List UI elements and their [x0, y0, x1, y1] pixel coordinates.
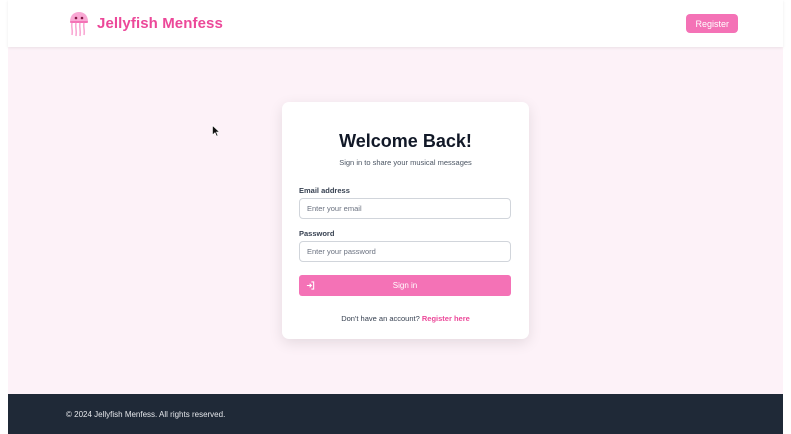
- footer-copyright: © 2024 Jellyfish Menfess. All rights res…: [66, 409, 226, 419]
- jellyfish-icon: [70, 11, 88, 36]
- password-label: Password: [299, 229, 335, 238]
- register-button[interactable]: Register: [686, 14, 738, 33]
- no-account-text: Don't have an account?: [341, 314, 420, 323]
- top-navbar: Jellyfish Menfess Register: [8, 0, 783, 47]
- mouse-cursor-icon: [212, 125, 220, 137]
- sign-in-label: Sign in: [392, 281, 418, 290]
- sign-in-button[interactable]: Sign in: [299, 275, 511, 296]
- password-input[interactable]: [299, 241, 511, 262]
- brand[interactable]: Jellyfish Menfess: [68, 11, 223, 37]
- main-content: Welcome Back! Sign in to share your musi…: [8, 47, 783, 394]
- sign-in-icon: [306, 281, 315, 290]
- login-card: Welcome Back! Sign in to share your musi…: [282, 102, 529, 339]
- login-subtitle: Sign in to share your musical messages: [339, 158, 472, 167]
- register-prompt: Don't have an account? Register here: [299, 314, 512, 323]
- register-here-link[interactable]: Register here: [422, 314, 470, 323]
- login-title: Welcome Back!: [339, 131, 472, 151]
- email-field-group: Email address: [299, 186, 512, 219]
- brand-name: Jellyfish Menfess: [97, 15, 223, 32]
- email-label: Email address: [299, 186, 350, 195]
- email-input[interactable]: [299, 198, 511, 219]
- password-field-group: Password: [299, 229, 512, 262]
- footer: © 2024 Jellyfish Menfess. All rights res…: [8, 394, 783, 434]
- page: Jellyfish Menfess Register Welcome Back!…: [0, 0, 791, 434]
